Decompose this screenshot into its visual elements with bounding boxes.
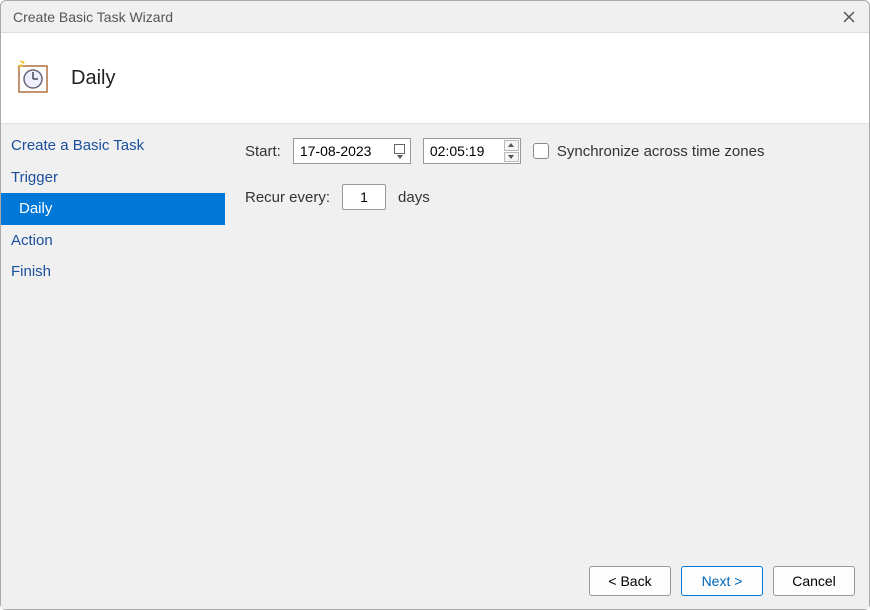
spinner-up-icon[interactable] bbox=[504, 140, 519, 151]
start-row: Start: Synchroni bbox=[245, 138, 849, 164]
time-spinner[interactable] bbox=[504, 140, 519, 162]
wizard-header: Daily bbox=[1, 33, 869, 123]
sidebar-item-finish[interactable]: Finish bbox=[1, 256, 225, 288]
sidebar-item-create-basic-task[interactable]: Create a Basic Task bbox=[1, 130, 225, 162]
window-title: Create Basic Task Wizard bbox=[13, 9, 173, 25]
wizard-steps-sidebar: Create a Basic Task Trigger Daily Action… bbox=[1, 124, 225, 553]
sync-timezones-label: Synchronize across time zones bbox=[557, 143, 765, 160]
recur-row: Recur every: days bbox=[245, 184, 849, 210]
sync-timezones-option[interactable]: Synchronize across time zones bbox=[533, 143, 765, 160]
recur-every-input[interactable] bbox=[342, 184, 386, 210]
next-button[interactable]: Next > bbox=[681, 566, 763, 596]
page-title: Daily bbox=[71, 67, 115, 90]
titlebar: Create Basic Task Wizard bbox=[1, 1, 869, 33]
close-icon[interactable] bbox=[841, 9, 857, 25]
start-date-wrap bbox=[293, 138, 411, 164]
recur-label: Recur every: bbox=[245, 189, 330, 206]
sidebar-item-trigger[interactable]: Trigger bbox=[1, 162, 225, 194]
wizard-window: Create Basic Task Wizard Daily Create a … bbox=[0, 0, 870, 610]
wizard-footer: < Back Next > Cancel bbox=[1, 553, 869, 609]
spinner-down-icon[interactable] bbox=[504, 152, 519, 163]
back-button[interactable]: < Back bbox=[589, 566, 671, 596]
sidebar-item-action[interactable]: Action bbox=[1, 225, 225, 257]
start-time-wrap bbox=[423, 138, 521, 164]
task-scheduler-icon bbox=[15, 60, 51, 96]
sidebar-item-daily[interactable]: Daily bbox=[1, 193, 225, 225]
calendar-dropdown-icon[interactable] bbox=[391, 141, 409, 161]
content-area: Create a Basic Task Trigger Daily Action… bbox=[1, 123, 869, 553]
start-label: Start: bbox=[245, 143, 281, 160]
recur-unit-label: days bbox=[398, 189, 430, 206]
sync-timezones-checkbox[interactable] bbox=[533, 143, 549, 159]
cancel-button[interactable]: Cancel bbox=[773, 566, 855, 596]
main-panel: Start: Synchroni bbox=[225, 124, 869, 553]
